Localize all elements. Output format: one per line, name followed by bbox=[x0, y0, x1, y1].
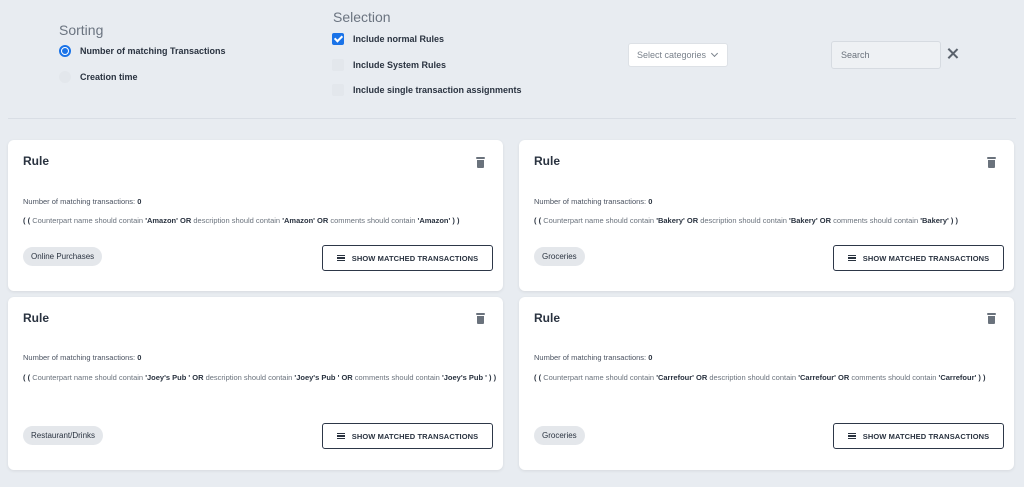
rule-title: Rule bbox=[534, 154, 561, 168]
matching-count: Number of matching transactions: 0 bbox=[23, 197, 142, 206]
show-button-label: SHOW MATCHED TRANSACTIONS bbox=[351, 431, 479, 441]
radio-selected-icon[interactable] bbox=[59, 45, 71, 57]
show-button-label: SHOW MATCHED TRANSACTIONS bbox=[351, 253, 479, 263]
search-input[interactable] bbox=[831, 41, 941, 69]
include-system-rules-checkbox[interactable]: Include System Rules bbox=[332, 59, 446, 71]
chevron-down-icon bbox=[711, 49, 719, 58]
matching-count-value: 0 bbox=[648, 353, 653, 362]
category-select[interactable]: Select categories bbox=[628, 43, 728, 67]
rule-condition: ( ( Counterpart name should contain 'Bak… bbox=[534, 216, 958, 225]
checkbox-label: Include single transaction assignments bbox=[353, 85, 522, 95]
show-button-label: SHOW MATCHED TRANSACTIONS bbox=[862, 253, 990, 263]
category-chip: Groceries bbox=[534, 426, 585, 445]
filter-bar: Sorting Number of matching Transactions … bbox=[0, 0, 1024, 120]
sorting-title: Sorting bbox=[59, 22, 104, 38]
category-chip: Restaurant/Drinks bbox=[23, 426, 104, 445]
show-matched-transactions-button[interactable]: SHOW MATCHED TRANSACTIONS bbox=[833, 423, 1004, 449]
matching-count: Number of matching transactions: 0 bbox=[534, 353, 653, 362]
rule-card: Rule Number of matching transactions: 0 … bbox=[519, 140, 1014, 291]
sort-option-label: Number of matching Transactions bbox=[80, 46, 226, 56]
rule-card: Rule Number of matching transactions: 0 … bbox=[8, 297, 503, 470]
category-chip: Online Purchases bbox=[23, 247, 103, 266]
rule-condition: ( ( Counterpart name should contain 'Joe… bbox=[23, 373, 497, 382]
matching-count-value: 0 bbox=[137, 353, 142, 362]
include-single-transaction-checkbox[interactable]: Include single transaction assignments bbox=[332, 84, 522, 96]
sort-option-creation-time[interactable]: Creation time bbox=[59, 71, 138, 83]
matching-count-value: 0 bbox=[137, 197, 142, 206]
rule-title: Rule bbox=[23, 154, 50, 168]
include-normal-rules-checkbox[interactable]: Include normal Rules bbox=[332, 33, 444, 45]
matching-count: Number of matching transactions: 0 bbox=[534, 197, 653, 206]
list-icon bbox=[336, 255, 345, 261]
checkbox-label: Include normal Rules bbox=[353, 34, 445, 44]
trash-icon[interactable] bbox=[987, 157, 996, 168]
list-icon bbox=[847, 433, 856, 439]
category-select-placeholder: Select categories bbox=[637, 50, 707, 60]
show-matched-transactions-button[interactable]: SHOW MATCHED TRANSACTIONS bbox=[833, 245, 1004, 271]
divider bbox=[8, 118, 1016, 119]
rule-condition: ( ( Counterpart name should contain 'Car… bbox=[534, 373, 986, 382]
matching-count: Number of matching transactions: 0 bbox=[23, 353, 142, 362]
rule-card: Rule Number of matching transactions: 0 … bbox=[519, 297, 1014, 470]
sort-option-label: Creation time bbox=[80, 72, 138, 82]
sort-option-matching[interactable]: Number of matching Transactions bbox=[59, 45, 226, 57]
rule-title: Rule bbox=[534, 311, 561, 325]
checkbox-checked-icon[interactable] bbox=[332, 33, 344, 45]
trash-icon[interactable] bbox=[987, 313, 996, 324]
show-button-label: SHOW MATCHED TRANSACTIONS bbox=[862, 431, 990, 441]
list-icon bbox=[847, 255, 856, 261]
rule-condition: ( ( Counterpart name should contain 'Ama… bbox=[23, 216, 460, 225]
rule-card: Rule Number of matching transactions: 0 … bbox=[8, 140, 503, 291]
checkbox-label: Include System Rules bbox=[353, 60, 447, 70]
rule-title: Rule bbox=[23, 311, 50, 325]
trash-icon[interactable] bbox=[476, 313, 485, 324]
selection-title: Selection bbox=[333, 9, 391, 25]
trash-icon[interactable] bbox=[476, 157, 485, 168]
show-matched-transactions-button[interactable]: SHOW MATCHED TRANSACTIONS bbox=[322, 423, 493, 449]
radio-unselected-icon[interactable] bbox=[59, 71, 71, 83]
close-icon[interactable] bbox=[946, 47, 960, 61]
show-matched-transactions-button[interactable]: SHOW MATCHED TRANSACTIONS bbox=[322, 245, 493, 271]
checkbox-unchecked-icon[interactable] bbox=[332, 84, 344, 96]
checkbox-unchecked-icon[interactable] bbox=[332, 59, 344, 71]
matching-count-value: 0 bbox=[648, 197, 653, 206]
list-icon bbox=[336, 433, 345, 439]
category-chip: Groceries bbox=[534, 247, 585, 266]
